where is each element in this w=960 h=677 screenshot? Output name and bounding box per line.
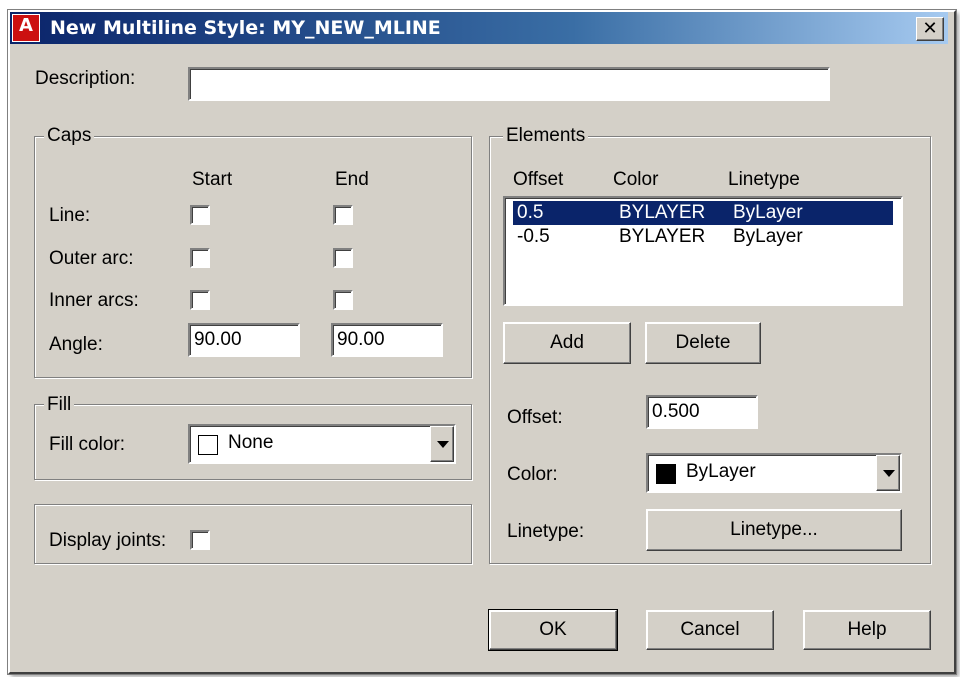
inner-arcs-end-checkbox[interactable] — [333, 290, 353, 310]
window-title: New Multiline Style: MY_NEW_MLINE — [50, 17, 441, 39]
chevron-down-icon[interactable] — [430, 426, 454, 462]
close-icon: ✕ — [922, 18, 938, 39]
description-label: Description: — [35, 68, 136, 89]
offset-input[interactable]: 0.500 — [646, 395, 758, 429]
element-linetype: ByLayer — [733, 202, 803, 223]
offset-label: Offset: — [507, 407, 563, 428]
caps-outer-arc-label: Outer arc: — [49, 248, 134, 269]
delete-button[interactable]: Delete — [645, 322, 761, 364]
element-linetype: ByLayer — [733, 226, 803, 247]
element-color: BYLAYER — [619, 202, 706, 223]
ok-button[interactable]: OK — [488, 609, 618, 651]
linetype-button[interactable]: Linetype... — [646, 509, 902, 551]
element-color-dropdown[interactable]: ByLayer — [646, 453, 902, 493]
outer-arc-start-checkbox[interactable] — [190, 248, 210, 268]
elements-offset-header: Offset — [513, 169, 564, 190]
cancel-button[interactable]: Cancel — [646, 610, 774, 650]
element-color-value: ByLayer — [686, 461, 756, 482]
inner-arcs-start-checkbox[interactable] — [190, 290, 210, 310]
elements-group-title: Elements — [503, 125, 589, 147]
list-item[interactable]: -0.5 BYLAYER ByLayer — [513, 225, 893, 249]
fill-group-title: Fill — [44, 394, 75, 416]
caps-angle-label: Angle: — [49, 334, 103, 355]
help-button[interactable]: Help — [803, 610, 931, 650]
line-start-checkbox[interactable] — [190, 205, 210, 225]
display-joints-checkbox[interactable] — [190, 530, 210, 550]
element-offset: -0.5 — [517, 226, 550, 247]
color-label: Color: — [507, 464, 558, 485]
description-input[interactable] — [188, 67, 830, 101]
caps-inner-arcs-label: Inner arcs: — [49, 290, 139, 311]
outer-arc-end-checkbox[interactable] — [333, 248, 353, 268]
caps-group-title: Caps — [44, 125, 95, 147]
chevron-down-icon[interactable] — [876, 455, 900, 491]
element-color: BYLAYER — [619, 226, 706, 247]
fill-color-label: Fill color: — [49, 434, 126, 455]
caps-line-label: Line: — [49, 205, 91, 226]
fill-color-dropdown[interactable]: None — [188, 424, 456, 464]
element-offset: 0.5 — [517, 202, 544, 223]
add-button[interactable]: Add — [503, 322, 631, 364]
autocad-app-icon: A — [12, 14, 40, 42]
caps-end-header: End — [335, 169, 369, 190]
fill-color-value: None — [228, 432, 274, 453]
elements-color-header: Color — [613, 169, 659, 190]
caps-start-header: Start — [192, 169, 233, 190]
fill-color-swatch — [198, 435, 218, 455]
linetype-label: Linetype: — [507, 521, 585, 542]
angle-end-input[interactable]: 90.00 — [331, 323, 443, 357]
display-joints-label: Display joints: — [49, 530, 167, 551]
elements-linetype-header: Linetype — [728, 169, 800, 190]
close-button[interactable]: ✕ — [916, 17, 944, 41]
element-color-swatch — [656, 464, 676, 484]
list-item[interactable]: 0.5 BYLAYER ByLayer — [513, 201, 893, 225]
angle-start-input[interactable]: 90.00 — [188, 323, 300, 357]
elements-list[interactable]: 0.5 BYLAYER ByLayer -0.5 BYLAYER ByLayer — [503, 196, 903, 306]
line-end-checkbox[interactable] — [333, 205, 353, 225]
